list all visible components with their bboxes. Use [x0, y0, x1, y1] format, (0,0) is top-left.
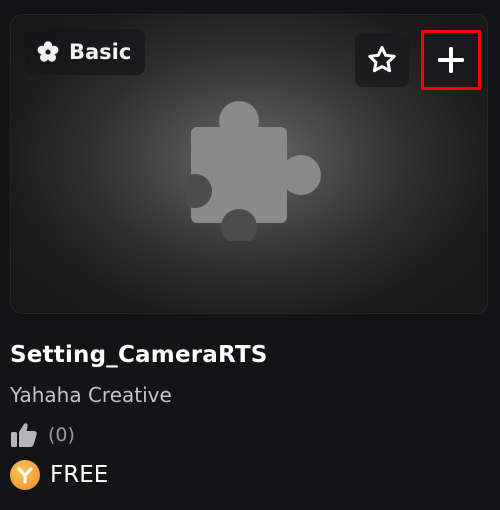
favorite-button[interactable]	[355, 33, 409, 87]
creator-name[interactable]: Yahaha Creative	[10, 383, 172, 407]
price-label: FREE	[50, 462, 109, 488]
tier-badge: Basic	[25, 29, 146, 75]
tier-label: Basic	[69, 40, 132, 64]
price-row: FREE	[10, 460, 108, 490]
asset-title[interactable]: Setting_CameraRTS	[10, 342, 268, 368]
likes-row: (0)	[10, 422, 75, 448]
star-outline-icon	[368, 46, 396, 73]
asset-card[interactable]: Basic Setting_CameraRTS Yahaha Creative …	[0, 0, 500, 510]
plus-icon	[438, 47, 464, 73]
yahaha-coin-icon	[10, 460, 40, 490]
thumbs-up-icon[interactable]	[10, 422, 38, 448]
likes-count: (0)	[48, 424, 75, 446]
flower-icon	[37, 41, 59, 62]
puzzle-piece-icon	[187, 101, 321, 241]
asset-thumbnail[interactable]: Basic	[10, 14, 488, 314]
add-button[interactable]	[421, 30, 481, 90]
